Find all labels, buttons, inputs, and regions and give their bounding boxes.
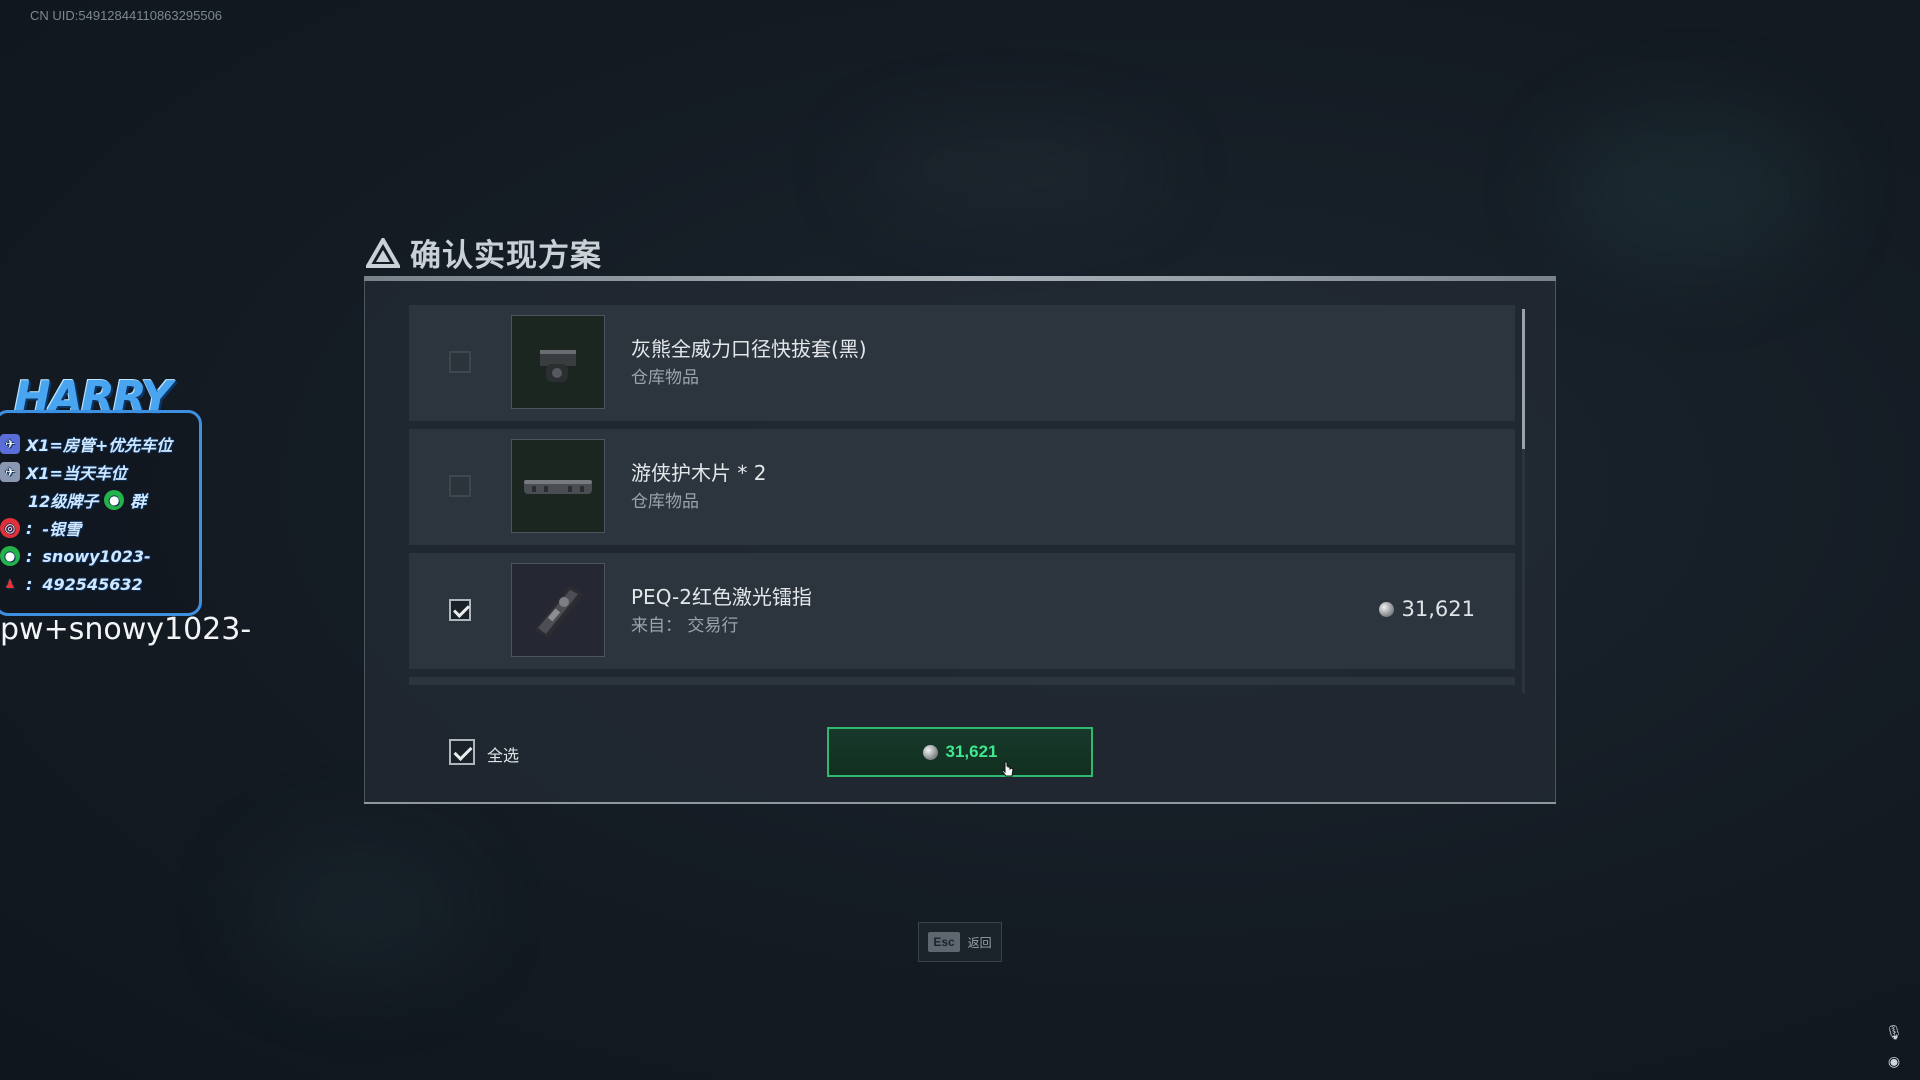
overlay-colon: : bbox=[26, 518, 33, 538]
overlay-line-text: snowy1023- bbox=[42, 546, 151, 566]
esc-key-badge: Esc bbox=[928, 932, 960, 952]
item-thumbnail bbox=[511, 563, 605, 657]
total-price: 31,621 bbox=[945, 742, 998, 761]
item-checkbox[interactable] bbox=[449, 475, 471, 497]
scrollbar-thumb[interactable] bbox=[1522, 309, 1525, 449]
item-row[interactable]: 游侠护木片 * 2 仓库物品 bbox=[409, 429, 1515, 545]
warning-triangle-icon bbox=[366, 237, 400, 268]
wechat-icon: ● bbox=[104, 490, 125, 510]
mouse-cursor-icon bbox=[1001, 761, 1014, 777]
overlay-line-text: X1=当天车位 bbox=[26, 464, 127, 483]
plane-icon: ✈ bbox=[0, 462, 20, 482]
qq-icon: ♟ bbox=[4, 577, 16, 591]
item-price: 31,621 bbox=[1378, 597, 1475, 621]
bg-glow-center bbox=[860, 130, 1160, 210]
overlay-line: ♟ : 492545632 bbox=[0, 572, 143, 596]
wechat-icon: ● bbox=[0, 546, 20, 566]
item-price-value: 31,621 bbox=[1401, 597, 1475, 621]
settings-circle-icon[interactable]: ◉ bbox=[1884, 1052, 1904, 1072]
overlay-line-text: 12级牌子 bbox=[28, 492, 99, 511]
item-source: 仓库物品 bbox=[631, 492, 699, 512]
muzzle-brake-icon bbox=[540, 350, 576, 382]
item-row[interactable]: 灰熊全威力口径快拔套(黑) 仓库物品 bbox=[409, 305, 1515, 421]
back-button[interactable]: Esc 返回 bbox=[918, 922, 1002, 962]
coin-icon bbox=[1378, 601, 1394, 617]
item-row[interactable]: PEQ-2红色激光镭指 来自： 交易行 31,621 bbox=[409, 553, 1515, 669]
item-name: 游侠护木片 * 2 bbox=[631, 461, 767, 485]
overlay-colon: : bbox=[26, 574, 33, 594]
select-all-checkbox[interactable] bbox=[449, 739, 475, 765]
item-checkbox[interactable] bbox=[449, 599, 471, 621]
overlay-line-text: X1=房管+优先车位 bbox=[26, 436, 173, 455]
laser-module-icon bbox=[534, 586, 584, 638]
item-source: 来自： 交易行 bbox=[631, 616, 739, 636]
item-name: 灰熊全威力口径快拔套(黑) bbox=[631, 337, 867, 361]
overlay-line-suffix: 群 bbox=[130, 492, 147, 511]
handguard-panel-icon bbox=[524, 480, 592, 494]
overlay-line: ✈ X1=房管+优先车位 bbox=[0, 432, 172, 456]
bg-glow-left bbox=[250, 840, 470, 980]
microphone-icon[interactable]: 🎙 bbox=[1884, 1023, 1904, 1043]
uid-label: CN UID:54912844110863295506 bbox=[30, 8, 223, 23]
overlay-colon: : bbox=[26, 546, 33, 566]
item-row-partial bbox=[409, 677, 1515, 685]
overlay-line: ● : snowy1023- bbox=[0, 544, 151, 568]
back-label: 返回 bbox=[967, 935, 992, 950]
dialog-title: 确认实现方案 bbox=[366, 230, 602, 275]
rocket-icon: ✈ bbox=[0, 434, 20, 454]
bg-glow-right bbox=[1560, 110, 1820, 270]
overlay-line-text: 492545632 bbox=[42, 574, 143, 594]
overlay-line: ✈ X1=当天车位 bbox=[0, 460, 127, 484]
item-thumbnail bbox=[511, 439, 605, 533]
confirm-purchase-button[interactable]: 31,621 bbox=[827, 727, 1093, 777]
item-name: PEQ-2红色激光镭指 bbox=[631, 585, 812, 609]
item-thumbnail bbox=[511, 315, 605, 409]
confirm-dialog: 灰熊全威力口径快拔套(黑) 仓库物品 游侠护木片 * 2 仓库物品 PEQ-2红… bbox=[364, 281, 1556, 804]
select-all-label[interactable]: 全选 bbox=[487, 742, 519, 766]
coin-icon bbox=[922, 744, 938, 760]
weibo-icon: ◎ bbox=[0, 518, 20, 538]
dialog-bottom-border bbox=[364, 802, 1556, 804]
overlay-line-text: -银雪 bbox=[42, 520, 82, 539]
overlay-handle: pw+snowy1023- bbox=[0, 612, 252, 647]
overlay-line: ◎ : -银雪 bbox=[0, 516, 81, 540]
item-source: 仓库物品 bbox=[631, 368, 699, 388]
item-checkbox[interactable] bbox=[449, 351, 471, 373]
dialog-title-text: 确认实现方案 bbox=[410, 238, 602, 274]
overlay-line: 12级牌子 ● 群 bbox=[28, 488, 146, 512]
